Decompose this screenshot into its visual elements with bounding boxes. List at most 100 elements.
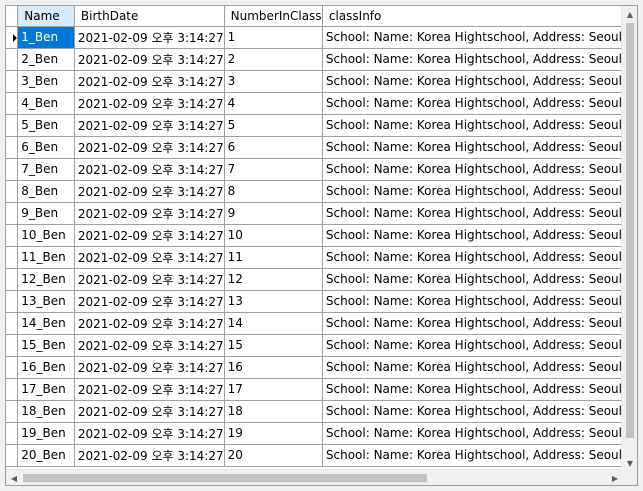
cell-birthdate[interactable]: 2021-02-09 오후 3:14:27 [74,334,225,357]
triangle-up-icon[interactable]: ▲ [622,6,637,22]
row-header-cell[interactable] [6,400,19,423]
cell-name[interactable]: 1_Ben [17,26,75,49]
row-header-cell[interactable] [6,26,19,49]
table-row[interactable]: 8_Ben 2021-02-09 오후 3:14:27 8 School: Name:… [6,180,623,203]
cell-name[interactable]: 2_Ben [17,48,75,71]
table-row[interactable]: 13_Ben 2021-02-09 오후 3:14:27 13 School: Nam… [6,290,623,313]
table-row[interactable]: 4_Ben 2021-02-09 오후 3:14:27 4 School: Name:… [6,92,623,115]
cell-birthdate[interactable]: 2021-02-09 오후 3:14:27 [74,378,225,401]
table-row[interactable]: 1_Ben 2021-02-09 오후 3:14:27 1 School: Name:… [6,26,623,49]
cell-numberinclass[interactable]: 7 [224,158,323,181]
cell-classinfo[interactable]: School: Name: Korea Hightschool, Address… [322,334,623,357]
cell-numberinclass[interactable]: 8 [224,180,323,203]
cell-name[interactable]: 3_Ben [17,70,75,93]
cell-birthdate[interactable]: 2021-02-09 오후 3:14:27 [74,202,225,225]
cell-name[interactable]: 9_Ben [17,202,75,225]
cell-numberinclass[interactable]: 11 [224,246,323,269]
cell-classinfo[interactable]: School: Name: Korea Hightschool, Address… [322,400,623,423]
cell-birthdate[interactable]: 2021-02-09 오후 3:14:27 [74,356,225,379]
column-header-birthdate[interactable]: BirthDate [74,6,225,27]
table-row[interactable]: 20_Ben 2021-02-09 오후 3:14:27 20 School: Nam… [6,444,623,467]
row-header-cell[interactable] [6,70,19,93]
cell-classinfo[interactable]: School: Name: Korea Hightschool, Address… [322,92,623,115]
cell-birthdate[interactable]: 2021-02-09 오후 3:14:27 [74,268,225,291]
cell-numberinclass[interactable]: 20 [224,444,323,467]
vertical-scrollbar[interactable]: ▲ ▼ [621,6,637,471]
cell-name[interactable]: 19_Ben [17,422,75,445]
cell-birthdate[interactable]: 2021-02-09 오후 3:14:27 [74,444,225,467]
cell-name[interactable]: 5_Ben [17,114,75,137]
cell-name[interactable]: 15_Ben [17,334,75,357]
triangle-left-icon[interactable]: ◀ [6,470,22,485]
cell-birthdate[interactable]: 2021-02-09 오후 3:14:27 [74,114,225,137]
cell-name[interactable]: 18_Ben [17,400,75,423]
cell-birthdate[interactable]: 2021-02-09 오후 3:14:27 [74,158,225,181]
row-header-cell[interactable] [6,180,19,203]
table-row[interactable]: 12_Ben 2021-02-09 오후 3:14:27 12 School: Nam… [6,268,623,291]
cell-classinfo[interactable]: School: Name: Korea Hightschool, Address… [322,312,623,335]
horizontal-scrollbar[interactable]: ◀ ▶ [6,469,623,485]
cell-birthdate[interactable]: 2021-02-09 오후 3:14:27 [74,422,225,445]
cell-birthdate[interactable]: 2021-02-09 오후 3:14:27 [74,70,225,93]
cell-classinfo[interactable]: School: Name: Korea Hightschool, Address… [322,202,623,225]
cell-name[interactable]: 6_Ben [17,136,75,159]
cell-birthdate[interactable]: 2021-02-09 오후 3:14:27 [74,26,225,49]
table-row[interactable]: 18_Ben 2021-02-09 오후 3:14:27 18 School: Nam… [6,400,623,423]
cell-name[interactable]: 11_Ben [17,246,75,269]
row-header-cell[interactable] [6,158,19,181]
row-header-cell[interactable] [6,246,19,269]
cell-birthdate[interactable]: 2021-02-09 오후 3:14:27 [74,180,225,203]
row-header-cell[interactable] [6,378,19,401]
row-header-cell[interactable] [6,444,19,467]
cell-birthdate[interactable]: 2021-02-09 오후 3:14:27 [74,400,225,423]
row-header-cell[interactable] [6,422,19,445]
cell-classinfo[interactable]: School: Name: Korea Hightschool, Address… [322,378,623,401]
cell-name[interactable]: 10_Ben [17,224,75,247]
row-header-cell[interactable] [6,114,19,137]
cell-numberinclass[interactable]: 5 [224,114,323,137]
cell-classinfo[interactable]: School: Name: Korea Hightschool, Address… [322,444,623,467]
vertical-scroll-thumb[interactable] [626,23,634,438]
cell-numberinclass[interactable]: 6 [224,136,323,159]
cell-numberinclass[interactable]: 1 [224,26,323,49]
row-header-cell[interactable] [6,92,19,115]
cell-numberinclass[interactable]: 10 [224,224,323,247]
cell-numberinclass[interactable]: 13 [224,290,323,313]
cell-numberinclass[interactable]: 4 [224,92,323,115]
table-row[interactable]: 17_Ben 2021-02-09 오후 3:14:27 17 School: Nam… [6,378,623,401]
cell-classinfo[interactable]: School: Name: Korea Hightschool, Address… [322,246,623,269]
cell-birthdate[interactable]: 2021-02-09 오후 3:14:27 [74,246,225,269]
cell-numberinclass[interactable]: 14 [224,312,323,335]
table-row[interactable]: 9_Ben 2021-02-09 오후 3:14:27 9 School: Name:… [6,202,623,225]
cell-name[interactable]: 17_Ben [17,378,75,401]
row-header-cell[interactable] [6,334,19,357]
cell-classinfo[interactable]: School: Name: Korea Hightschool, Address… [322,268,623,291]
table-row[interactable]: 3_Ben 2021-02-09 오후 3:14:27 3 School: Name:… [6,70,623,93]
cell-name[interactable]: 16_Ben [17,356,75,379]
cell-classinfo[interactable]: School: Name: Korea Hightschool, Address… [322,290,623,313]
cell-name[interactable]: 8_Ben [17,180,75,203]
table-row[interactable]: 15_Ben 2021-02-09 오후 3:14:27 15 School: Nam… [6,334,623,357]
top-left-header-cell[interactable] [6,6,19,27]
cell-birthdate[interactable]: 2021-02-09 오후 3:14:27 [74,48,225,71]
cell-birthdate[interactable]: 2021-02-09 오후 3:14:27 [74,136,225,159]
row-header-cell[interactable] [6,356,19,379]
cell-birthdate[interactable]: 2021-02-09 오후 3:14:27 [74,92,225,115]
row-header-cell[interactable] [6,268,19,291]
table-row[interactable]: 10_Ben 2021-02-09 오후 3:14:27 10 School: Nam… [6,224,623,247]
cell-classinfo[interactable]: School: Name: Korea Hightschool, Address… [322,48,623,71]
row-header-cell[interactable] [6,312,19,335]
cell-numberinclass[interactable]: 16 [224,356,323,379]
cell-birthdate[interactable]: 2021-02-09 오후 3:14:27 [74,290,225,313]
cell-classinfo[interactable]: School: Name: Korea Hightschool, Address… [322,180,623,203]
table-row[interactable]: 16_Ben 2021-02-09 오후 3:14:27 16 School: Nam… [6,356,623,379]
column-header-name[interactable]: Name [17,6,75,27]
cell-numberinclass[interactable]: 12 [224,268,323,291]
column-header-numberinclass[interactable]: NumberInClass [224,6,323,27]
cell-name[interactable]: 13_Ben [17,290,75,313]
cell-name[interactable]: 7_Ben [17,158,75,181]
table-row[interactable]: 2_Ben 2021-02-09 오후 3:14:27 2 School: Name:… [6,48,623,71]
cell-name[interactable]: 4_Ben [17,92,75,115]
table-row[interactable]: 11_Ben 2021-02-09 오후 3:14:27 11 School: Nam… [6,246,623,269]
cell-numberinclass[interactable]: 3 [224,70,323,93]
